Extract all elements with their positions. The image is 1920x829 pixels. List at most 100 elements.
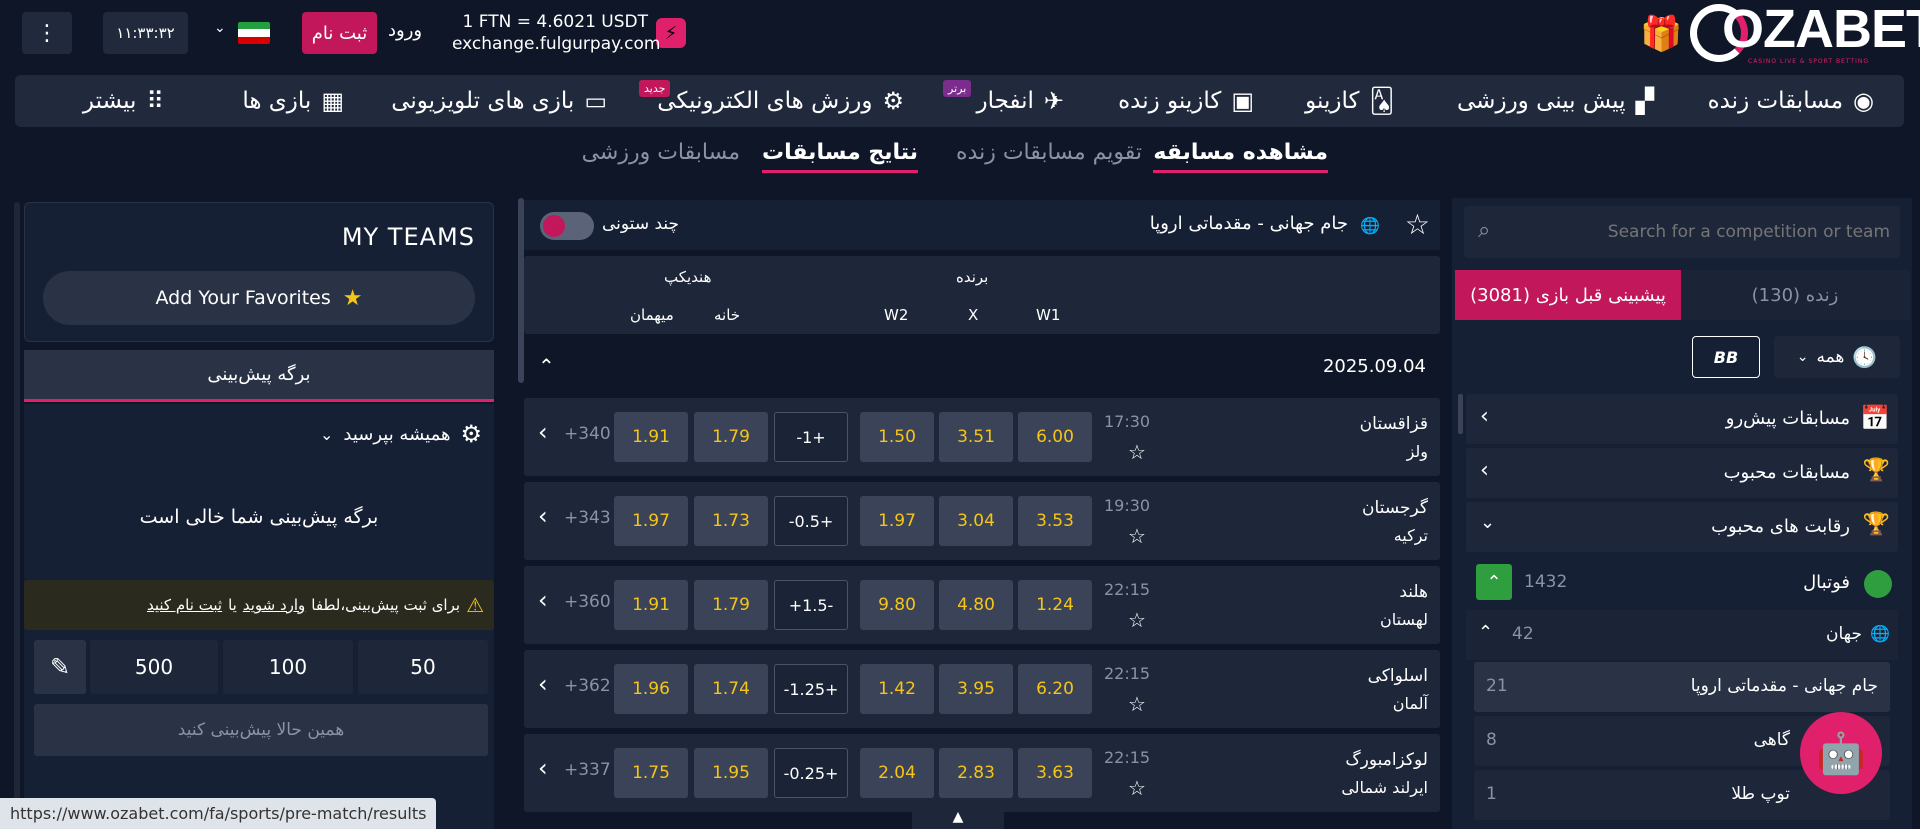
menu-icon[interactable]: ⋮	[22, 12, 72, 54]
stake-100[interactable]: 100	[223, 640, 353, 694]
odd-home[interactable]: 1.79	[694, 580, 768, 630]
bet-builder-button[interactable]: BB	[1692, 336, 1760, 378]
time-filter[interactable]: 🕓 همه ⌄	[1774, 336, 1900, 378]
odd-x[interactable]: 2.83	[939, 748, 1013, 798]
odd-w2[interactable]: 2.04	[860, 748, 934, 798]
favorite-star-icon[interactable]: ☆	[1128, 440, 1146, 464]
sport-football[interactable]: فوتبال 1432 ⌃	[1466, 558, 1898, 610]
sidebar-item-popular-competitions[interactable]: 🏆 رقابت های محبوب ⌄	[1466, 502, 1898, 552]
odd-x[interactable]: 3.51	[939, 412, 1013, 462]
competition-item[interactable]: جام جهانی - مقدماتی اروپا 21	[1474, 662, 1890, 712]
betslip-body: ⚙ همیشه بپرسید ⌄ برگه پیش‌بینی شما خالی …	[24, 404, 494, 829]
nav-casino[interactable]: 🂡 کازینو	[1305, 75, 1394, 127]
odd-home[interactable]: 1.73	[694, 496, 768, 546]
gift-icon[interactable]: 🎁	[1640, 14, 1682, 54]
odd-w2[interactable]: 1.42	[860, 664, 934, 714]
sidebar-item-popular-matches[interactable]: 🏆 مسابقات محبوب ‹	[1466, 448, 1898, 498]
tab-live-count[interactable]: زنده (130)	[1680, 270, 1910, 320]
register-button[interactable]: ثبت نام	[302, 12, 377, 54]
sidebar-item-upcoming[interactable]: 📅 مسابقات پیش‌رو ‹	[1466, 394, 1898, 444]
sidebar-scrollbar[interactable]	[1458, 394, 1463, 434]
odd-x[interactable]: 3.04	[939, 496, 1013, 546]
favorite-star-icon[interactable]: ☆	[1128, 776, 1146, 800]
star-icon[interactable]: ☆	[1405, 208, 1430, 241]
region-world[interactable]: 🌐 جهان 42 ⌃	[1466, 610, 1898, 660]
tab-sport-events[interactable]: مسابقات ورزشی	[582, 140, 740, 165]
table-row[interactable]: گرجستان ترکیه 19:30 ☆ 3.53 3.04 1.97 -0.5+ 1.73 1…	[524, 482, 1440, 560]
chevron-left-icon[interactable]: ‹	[538, 502, 548, 530]
more-markets[interactable]: +360	[564, 592, 611, 612]
odd-x[interactable]: 4.80	[939, 580, 1013, 630]
notice-register-link[interactable]: ثبت نام کنید	[147, 596, 222, 614]
odd-w1[interactable]: 3.53	[1018, 496, 1092, 546]
chevron-up-icon[interactable]: ⌃	[1476, 564, 1512, 600]
odd-home[interactable]: 1.74	[694, 664, 768, 714]
favorite-star-icon[interactable]: ☆	[1128, 608, 1146, 632]
odd-w1[interactable]: 3.63	[1018, 748, 1092, 798]
favorite-star-icon[interactable]: ☆	[1128, 524, 1146, 548]
table-row[interactable]: لوکزامبورگ ایرلند شمالی 22:15 ☆ 3.63 2.83 2.04…	[524, 734, 1440, 812]
chevron-left-icon[interactable]: ‹	[538, 418, 548, 446]
col-x: X	[968, 306, 979, 324]
live-casino-icon: ▣	[1231, 87, 1254, 115]
odd-away[interactable]: 1.96	[614, 664, 688, 714]
bet-now-button[interactable]: همین حالا پیش‌بینی کنید	[34, 704, 488, 756]
logo[interactable]: OZABET CASINO LIVE & SPORT BETTING	[1690, 0, 1920, 66]
betslip-tab[interactable]: برگه پیش‌بینی	[24, 350, 494, 402]
odd-w1[interactable]: 6.20	[1018, 664, 1092, 714]
search-input[interactable]	[1510, 206, 1890, 258]
nav-more[interactable]: ⠿ بیشتر	[83, 75, 164, 127]
tab-match-view[interactable]: مشاهده مسابقه	[1153, 140, 1328, 173]
always-ask-selector[interactable]: ⚙ همیشه بپرسید ⌄	[320, 414, 482, 454]
add-favorites-button[interactable]: Add Your Favorites ★	[43, 271, 475, 325]
table-row[interactable]: هلند لهستان 22:15 ☆ 1.24 4.80 9.80 +1.5- 1.79 1.9…	[524, 566, 1440, 644]
tab-results[interactable]: نتایج مسابقات	[761, 140, 919, 173]
table-row[interactable]: اسلواکی آلمان 22:15 ☆ 6.20 3.95 1.42 -1.25+ 1.74…	[524, 650, 1440, 728]
odd-w2[interactable]: 9.80	[860, 580, 934, 630]
exchange-site[interactable]: exchange.fulgurpay.com	[452, 34, 660, 54]
odd-w2[interactable]: 1.50	[860, 412, 934, 462]
chevron-left-icon[interactable]: ‹	[538, 754, 548, 782]
rocket-icon: ✈	[1043, 87, 1064, 115]
favorite-star-icon[interactable]: ☆	[1128, 692, 1146, 716]
odd-home[interactable]: 1.79	[694, 412, 768, 462]
tab-prematch-count[interactable]: پیشبینی قبل بازی (3081)	[1455, 270, 1681, 320]
login-link[interactable]: ورود	[388, 20, 422, 41]
odd-away[interactable]: 1.97	[614, 496, 688, 546]
chevron-left-icon[interactable]: ‹	[538, 586, 548, 614]
nav-sports[interactable]: ▞ پیش بینی ورزشی	[1457, 75, 1654, 127]
odd-home[interactable]: 1.95	[694, 748, 768, 798]
nav-live[interactable]: ◉ مسابقات زنده	[1708, 75, 1874, 127]
multicolumn-toggle[interactable]	[540, 212, 594, 240]
nav-tv-games[interactable]: ▭ بازی های تلویزیونی	[391, 75, 607, 127]
odd-away[interactable]: 1.91	[614, 412, 688, 462]
more-markets[interactable]: +337	[564, 760, 611, 780]
table-row[interactable]: قزاقستان ولز 17:30 ☆ 6.00 3.51 1.50 -1+ 1.79 1.91…	[524, 398, 1440, 476]
edit-stake-icon[interactable]: ✎	[34, 640, 86, 694]
search-box[interactable]: ⌕	[1464, 206, 1900, 258]
fulgurpay-icon[interactable]: ⚡	[656, 18, 686, 48]
nav-crash[interactable]: ✈ انفجار	[977, 75, 1065, 127]
odd-away[interactable]: 1.91	[614, 580, 688, 630]
odd-w1[interactable]: 1.24	[1018, 580, 1092, 630]
notice-login-link[interactable]: وارد شوید	[243, 596, 305, 614]
language-selector[interactable]: ⌄	[212, 20, 274, 46]
right-panel-scrollbar[interactable]	[14, 202, 20, 802]
odd-w2[interactable]: 1.97	[860, 496, 934, 546]
stake-500[interactable]: 500	[90, 640, 218, 694]
nav-live-casino[interactable]: ▣ کازینو زنده	[1118, 75, 1254, 127]
odd-away[interactable]: 1.75	[614, 748, 688, 798]
more-markets[interactable]: +340	[564, 424, 611, 444]
more-markets[interactable]: +362	[564, 676, 611, 696]
tab-live-calendar[interactable]: تقویم مسابقات زنده	[956, 140, 1142, 165]
chevron-left-icon[interactable]: ‹	[538, 670, 548, 698]
more-markets[interactable]: +343	[564, 508, 611, 528]
nav-esports[interactable]: ⚙ ورزش های الکترونیکی	[657, 75, 904, 127]
odd-x[interactable]: 3.95	[939, 664, 1013, 714]
nav-games[interactable]: ▦ بازی ها	[242, 75, 344, 127]
date-row[interactable]: 2025.09.04 ⌃	[524, 344, 1440, 392]
stake-50[interactable]: 50	[358, 640, 488, 694]
odd-w1[interactable]: 6.00	[1018, 412, 1092, 462]
chat-bot-icon[interactable]: 🤖	[1800, 712, 1882, 794]
scroll-up-button[interactable]: ▲	[912, 804, 1004, 829]
